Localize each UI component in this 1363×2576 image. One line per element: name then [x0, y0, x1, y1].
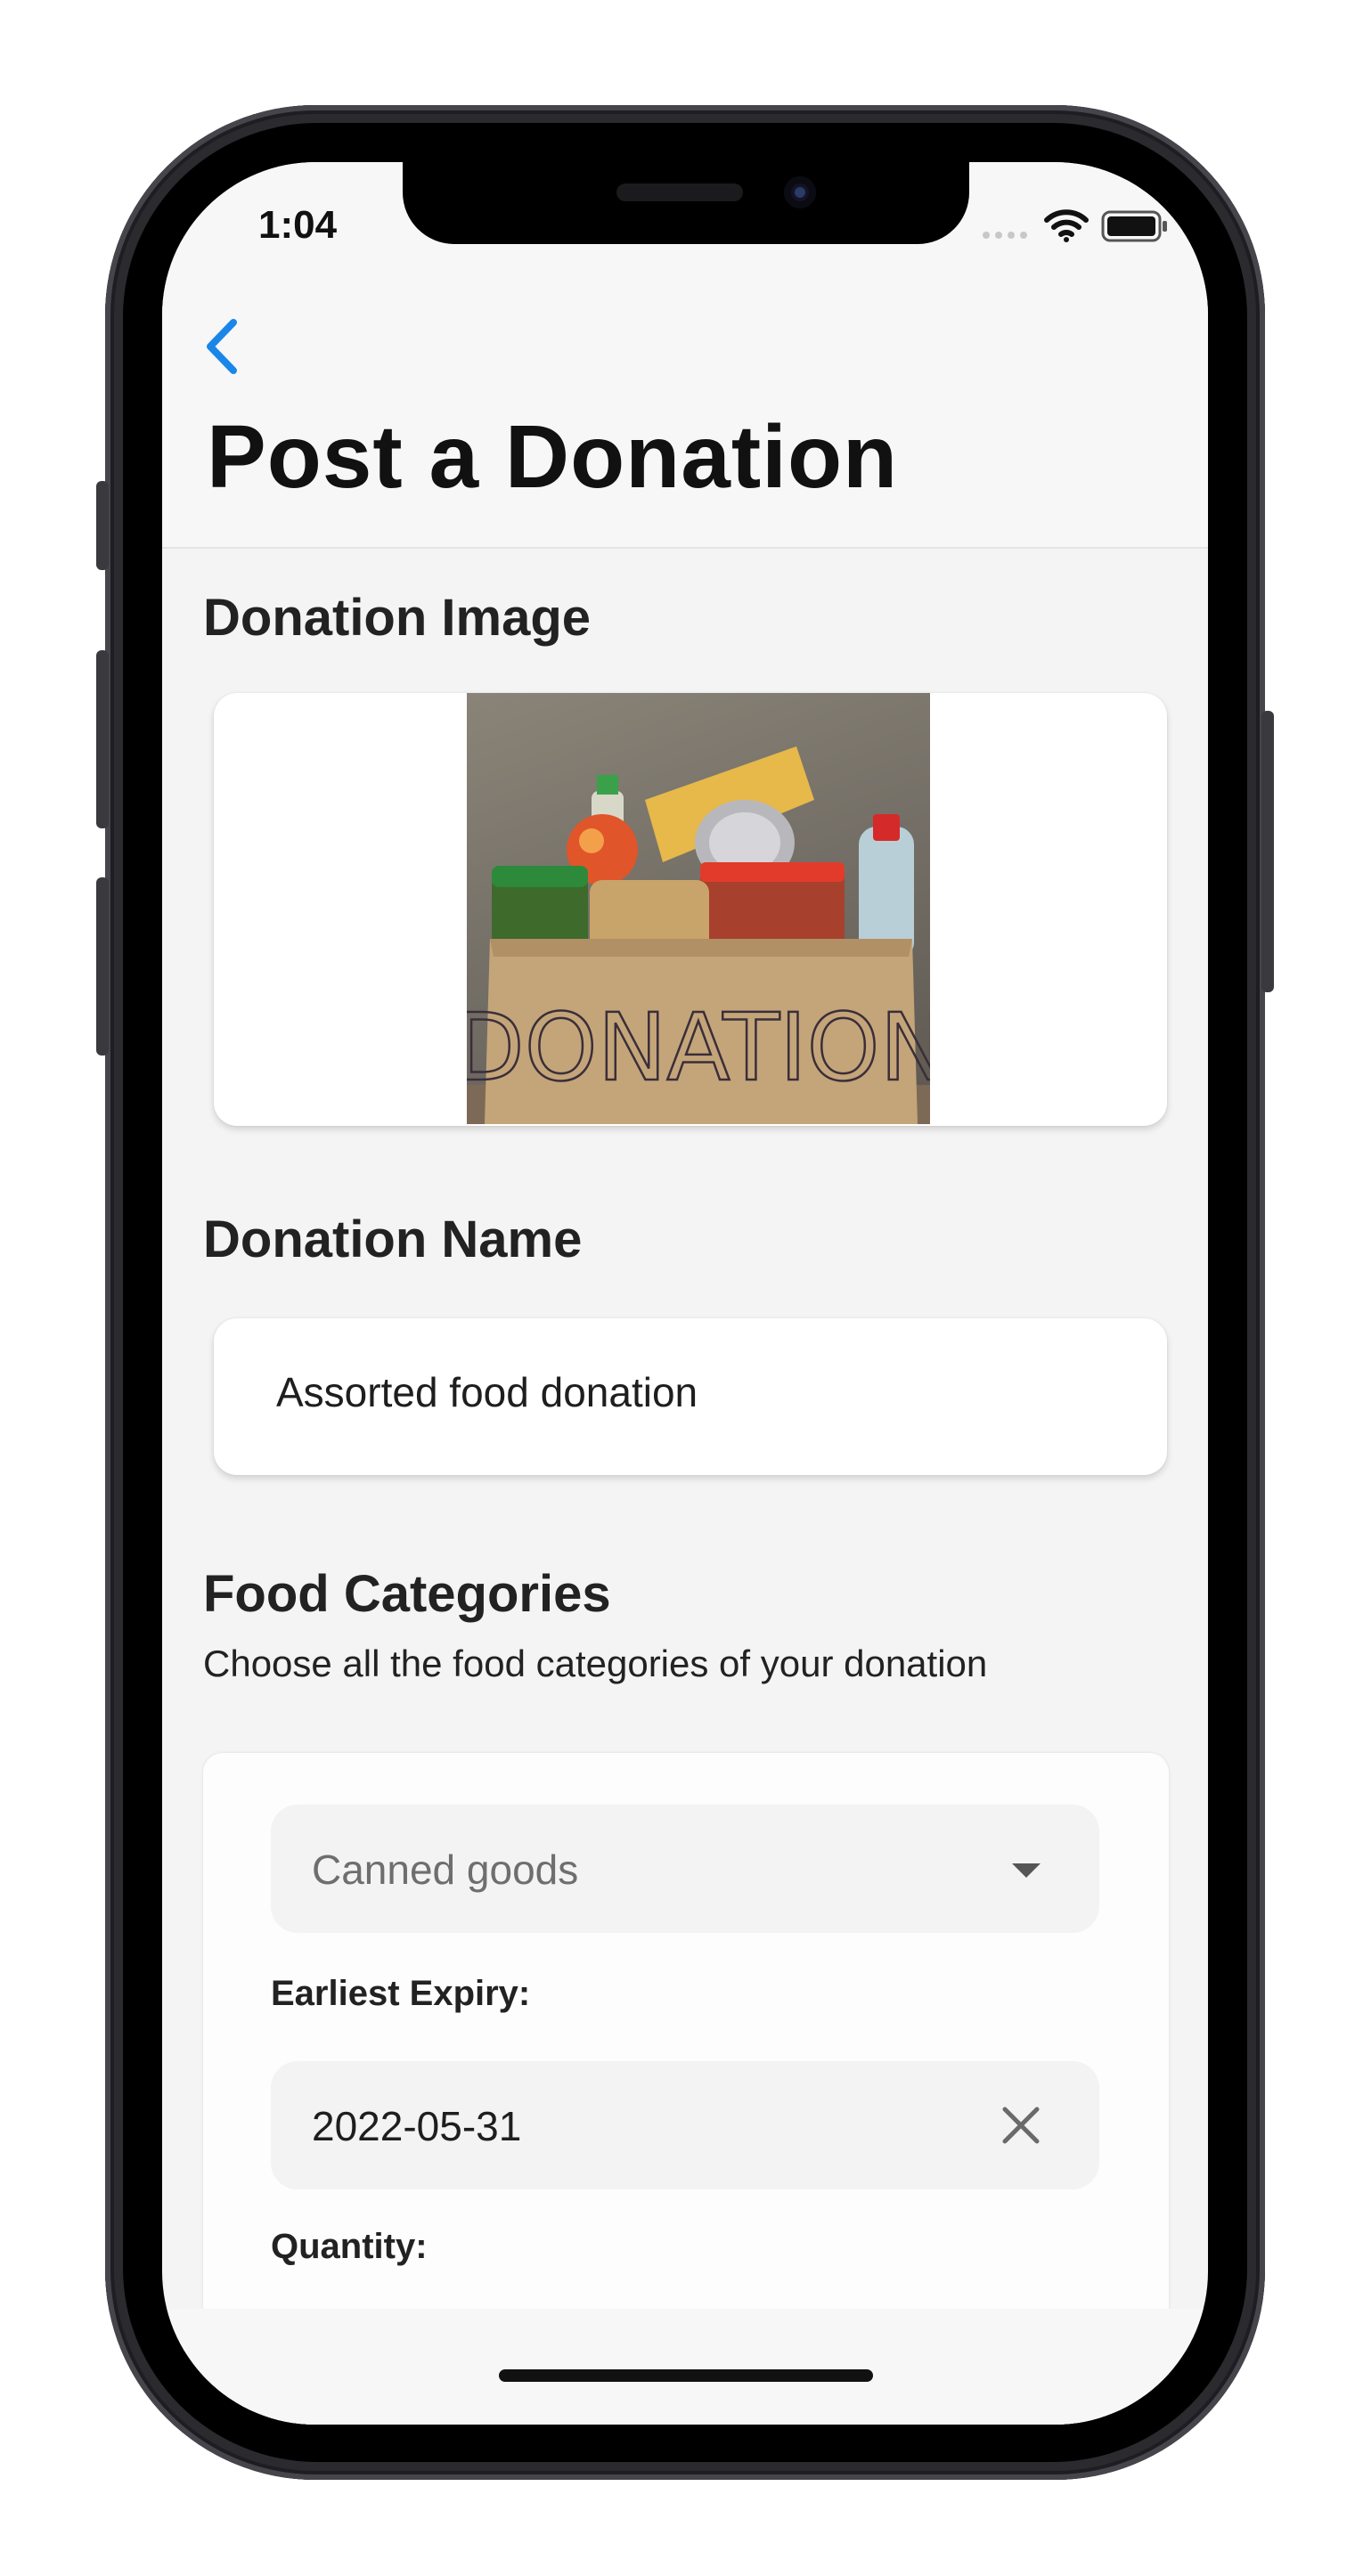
donation-name-value: Assorted food donation: [276, 1369, 698, 1415]
side-button-power: [1261, 711, 1274, 992]
donation-name-input[interactable]: Assorted food donation: [214, 1318, 1167, 1475]
category-select-value: Canned goods: [312, 1846, 579, 1893]
chevron-left-icon: [207, 319, 237, 374]
camera-notch: [403, 162, 969, 244]
donation-photo: DONATION: [467, 693, 930, 1124]
donation-box-illustration: DONATION: [467, 746, 930, 1124]
category-select[interactable]: Canned goods: [271, 1805, 1099, 1933]
earliest-expiry-label: Earliest Expiry:: [271, 1974, 531, 2013]
clear-x-icon[interactable]: [1000, 2104, 1042, 2147]
side-button-volume-up: [96, 650, 109, 828]
donation-image-section-title: Donation Image: [203, 589, 592, 647]
earliest-expiry-field[interactable]: 2022-05-31: [271, 2061, 1099, 2189]
wifi-icon: [1044, 209, 1089, 242]
status-time: 1:04: [258, 203, 338, 247]
quantity-label: Quantity:: [271, 2227, 428, 2266]
speaker-grille: [616, 183, 743, 201]
side-button-volume-down: [96, 877, 109, 1056]
home-indicator[interactable]: [499, 2369, 873, 2382]
food-categories-section-title: Food Categories: [203, 1565, 611, 1623]
back-button[interactable]: [196, 315, 249, 378]
battery-icon: [1101, 210, 1167, 242]
signal-dots-icon: [983, 232, 1027, 239]
donation-image-card[interactable]: DONATION: [214, 693, 1167, 1126]
food-categories-subtitle: Choose all the food categories of your d…: [203, 1643, 988, 1684]
dropdown-arrow-icon: [1012, 1863, 1041, 1878]
navigation-header: 1:04 Post a Donation: [162, 162, 1208, 549]
earliest-expiry-value: 2022-05-31: [312, 2103, 522, 2149]
donation-name-section-title: Donation Name: [203, 1211, 583, 1268]
front-camera: [784, 176, 816, 208]
side-button-mute: [96, 481, 109, 570]
page-title: Post a Donation: [207, 407, 899, 507]
bottom-safe-area: [162, 2309, 1208, 2425]
screen: 1:04 Post a Donation Donation Image DONA…: [162, 162, 1208, 2425]
donation-box-text: DONATION: [467, 993, 930, 1102]
